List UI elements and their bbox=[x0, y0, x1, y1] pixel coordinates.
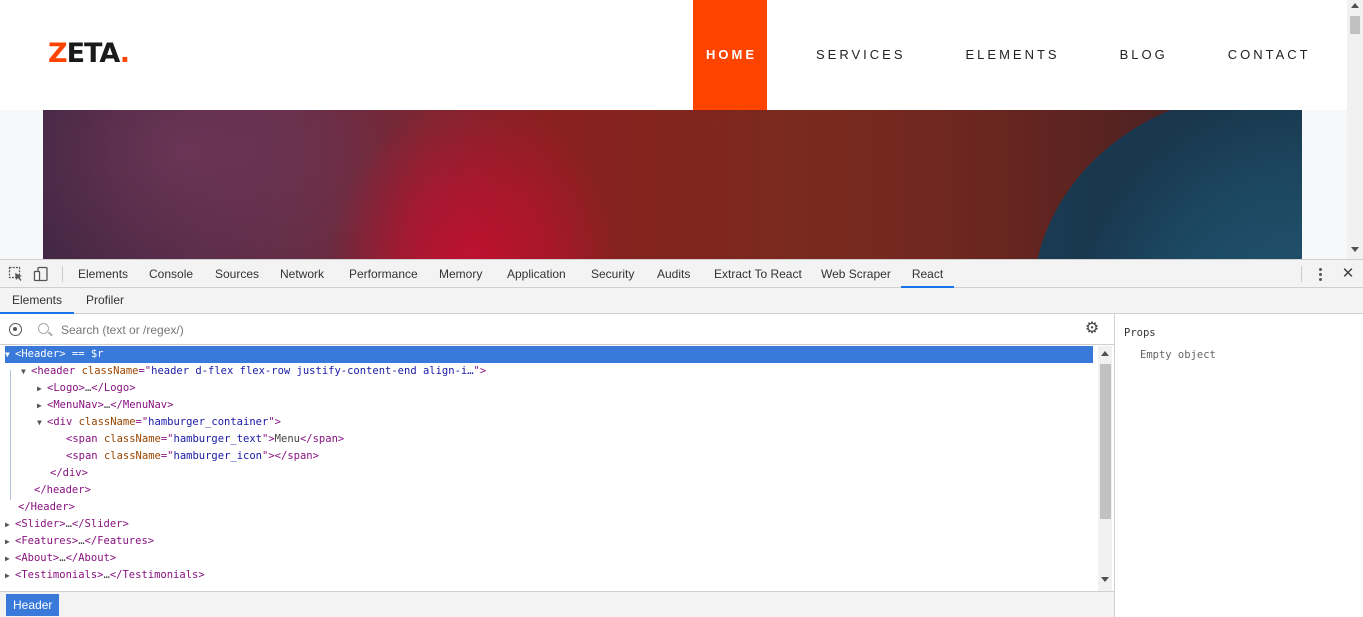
scrollbar-thumb[interactable] bbox=[1350, 16, 1360, 34]
select-component-icon[interactable] bbox=[9, 323, 22, 336]
tab-application[interactable]: Application bbox=[507, 260, 566, 288]
tree-row-header-component[interactable]: ▼ <Header> == $r bbox=[5, 346, 1093, 363]
nav-contact[interactable]: CONTACT bbox=[1228, 0, 1311, 110]
device-toggle-icon[interactable] bbox=[33, 266, 49, 282]
scroll-down-arrow-icon[interactable] bbox=[1351, 247, 1359, 252]
search-bar: ⚙ bbox=[0, 314, 1114, 345]
component-tree-pane: ⚙ ▼<Header> == $r ▼<header className="he… bbox=[0, 314, 1114, 617]
tab-performance[interactable]: Performance bbox=[349, 260, 418, 288]
devtools-tab-bar: Elements Console Sources Network Perform… bbox=[0, 260, 1363, 288]
website-viewport: ZETA. HOME SERVICES ELEMENTS BLOG CONTAC… bbox=[0, 0, 1347, 259]
inspect-element-icon[interactable] bbox=[8, 266, 24, 282]
expand-toggle-icon[interactable]: ▶ bbox=[5, 550, 15, 567]
more-options-icon[interactable] bbox=[1314, 267, 1326, 281]
tab-web-scraper[interactable]: Web Scraper bbox=[821, 260, 891, 288]
props-title: Props bbox=[1124, 327, 1156, 339]
tree-row-header-element-close[interactable]: </header> bbox=[34, 482, 91, 499]
breadcrumb: Header bbox=[0, 591, 1114, 617]
scroll-down-arrow-icon[interactable] bbox=[1101, 577, 1109, 582]
tab-react[interactable]: React bbox=[901, 260, 954, 288]
gear-icon[interactable]: ⚙ bbox=[1084, 321, 1100, 337]
tree-scrollbar[interactable] bbox=[1098, 346, 1112, 591]
nav-home[interactable]: HOME bbox=[693, 0, 767, 110]
expand-toggle-icon[interactable]: ▶ bbox=[37, 397, 47, 414]
tab-extract-to-react[interactable]: Extract To React bbox=[714, 260, 802, 288]
scroll-up-arrow-icon[interactable] bbox=[1101, 351, 1109, 356]
nav-elements[interactable]: ELEMENTS bbox=[966, 0, 1060, 110]
tree-row-testimonials[interactable]: ▶ <Testimonials>…</Testimonials> bbox=[5, 567, 205, 584]
scroll-up-arrow-icon[interactable] bbox=[1351, 3, 1359, 8]
main-nav: HOME SERVICES ELEMENTS BLOG CONTACT bbox=[693, 0, 1311, 110]
component-tree: ▼ <Header> == $r ▼ <header className="head… bbox=[0, 346, 1098, 591]
tree-row-hamburger-icon[interactable]: <span className="hamburger_icon"></span> bbox=[66, 448, 319, 465]
expand-toggle-icon[interactable]: ▶ bbox=[5, 516, 15, 533]
site-logo[interactable]: ZETA. bbox=[48, 38, 130, 69]
scrollbar-thumb[interactable] bbox=[1100, 364, 1111, 519]
expand-toggle-icon[interactable]: ▼ bbox=[37, 414, 47, 431]
expand-toggle-icon[interactable]: ▶ bbox=[37, 380, 47, 397]
tree-row-menunav[interactable]: ▶ <MenuNav>…</MenuNav> bbox=[37, 397, 173, 414]
search-input[interactable] bbox=[61, 320, 961, 340]
tab-audits[interactable]: Audits bbox=[657, 260, 690, 288]
tree-row-hamburger-container[interactable]: ▼ <div className="hamburger_container"> bbox=[37, 414, 281, 431]
tab-sources[interactable]: Sources bbox=[215, 260, 259, 288]
expand-toggle-icon[interactable]: ▶ bbox=[5, 533, 15, 550]
tree-row-logo[interactable]: ▶ <Logo>…</Logo> bbox=[37, 380, 136, 397]
tab-console[interactable]: Console bbox=[149, 260, 193, 288]
tree-row-features[interactable]: ▶ <Features>…</Features> bbox=[5, 533, 154, 550]
tree-row-header-component-close[interactable]: </Header> bbox=[18, 499, 75, 516]
nav-blog[interactable]: BLOG bbox=[1120, 0, 1168, 110]
site-header: ZETA. HOME SERVICES ELEMENTS BLOG CONTAC… bbox=[0, 0, 1347, 110]
page-scrollbar[interactable] bbox=[1347, 0, 1363, 259]
nav-services[interactable]: SERVICES bbox=[816, 0, 906, 110]
devtools-panel: Elements Console Sources Network Perform… bbox=[0, 259, 1363, 617]
subtab-elements[interactable]: Elements bbox=[0, 288, 74, 314]
subtab-profiler[interactable]: Profiler bbox=[86, 288, 124, 314]
tree-row-div-close[interactable]: </div> bbox=[50, 465, 88, 482]
tree-row-header-element[interactable]: ▼ <header className="header d-flex flex-r… bbox=[21, 363, 486, 380]
close-devtools-icon[interactable]: ✕ bbox=[1340, 264, 1356, 284]
tab-security[interactable]: Security bbox=[591, 260, 634, 288]
breadcrumb-item-header[interactable]: Header bbox=[6, 594, 60, 616]
search-icon bbox=[38, 323, 49, 334]
react-subtab-bar: Elements Profiler bbox=[0, 288, 1363, 314]
props-pane: Props Empty object bbox=[1114, 314, 1363, 617]
tree-row-slider[interactable]: ▶ <Slider>…</Slider> bbox=[5, 516, 129, 533]
expand-toggle-icon[interactable]: ▼ bbox=[21, 363, 31, 380]
hero-image bbox=[43, 110, 1302, 259]
tab-memory[interactable]: Memory bbox=[439, 260, 482, 288]
tree-row-hamburger-text[interactable]: <span className="hamburger_text">Menu</s… bbox=[66, 431, 344, 448]
props-empty-text: Empty object bbox=[1140, 349, 1216, 361]
tab-network[interactable]: Network bbox=[280, 260, 324, 288]
expand-toggle-icon[interactable]: ▶ bbox=[5, 567, 15, 584]
tab-elements[interactable]: Elements bbox=[78, 260, 128, 288]
tree-row-about[interactable]: ▶ <About>…</About> bbox=[5, 550, 116, 567]
expand-toggle-icon[interactable]: ▼ bbox=[5, 346, 15, 363]
